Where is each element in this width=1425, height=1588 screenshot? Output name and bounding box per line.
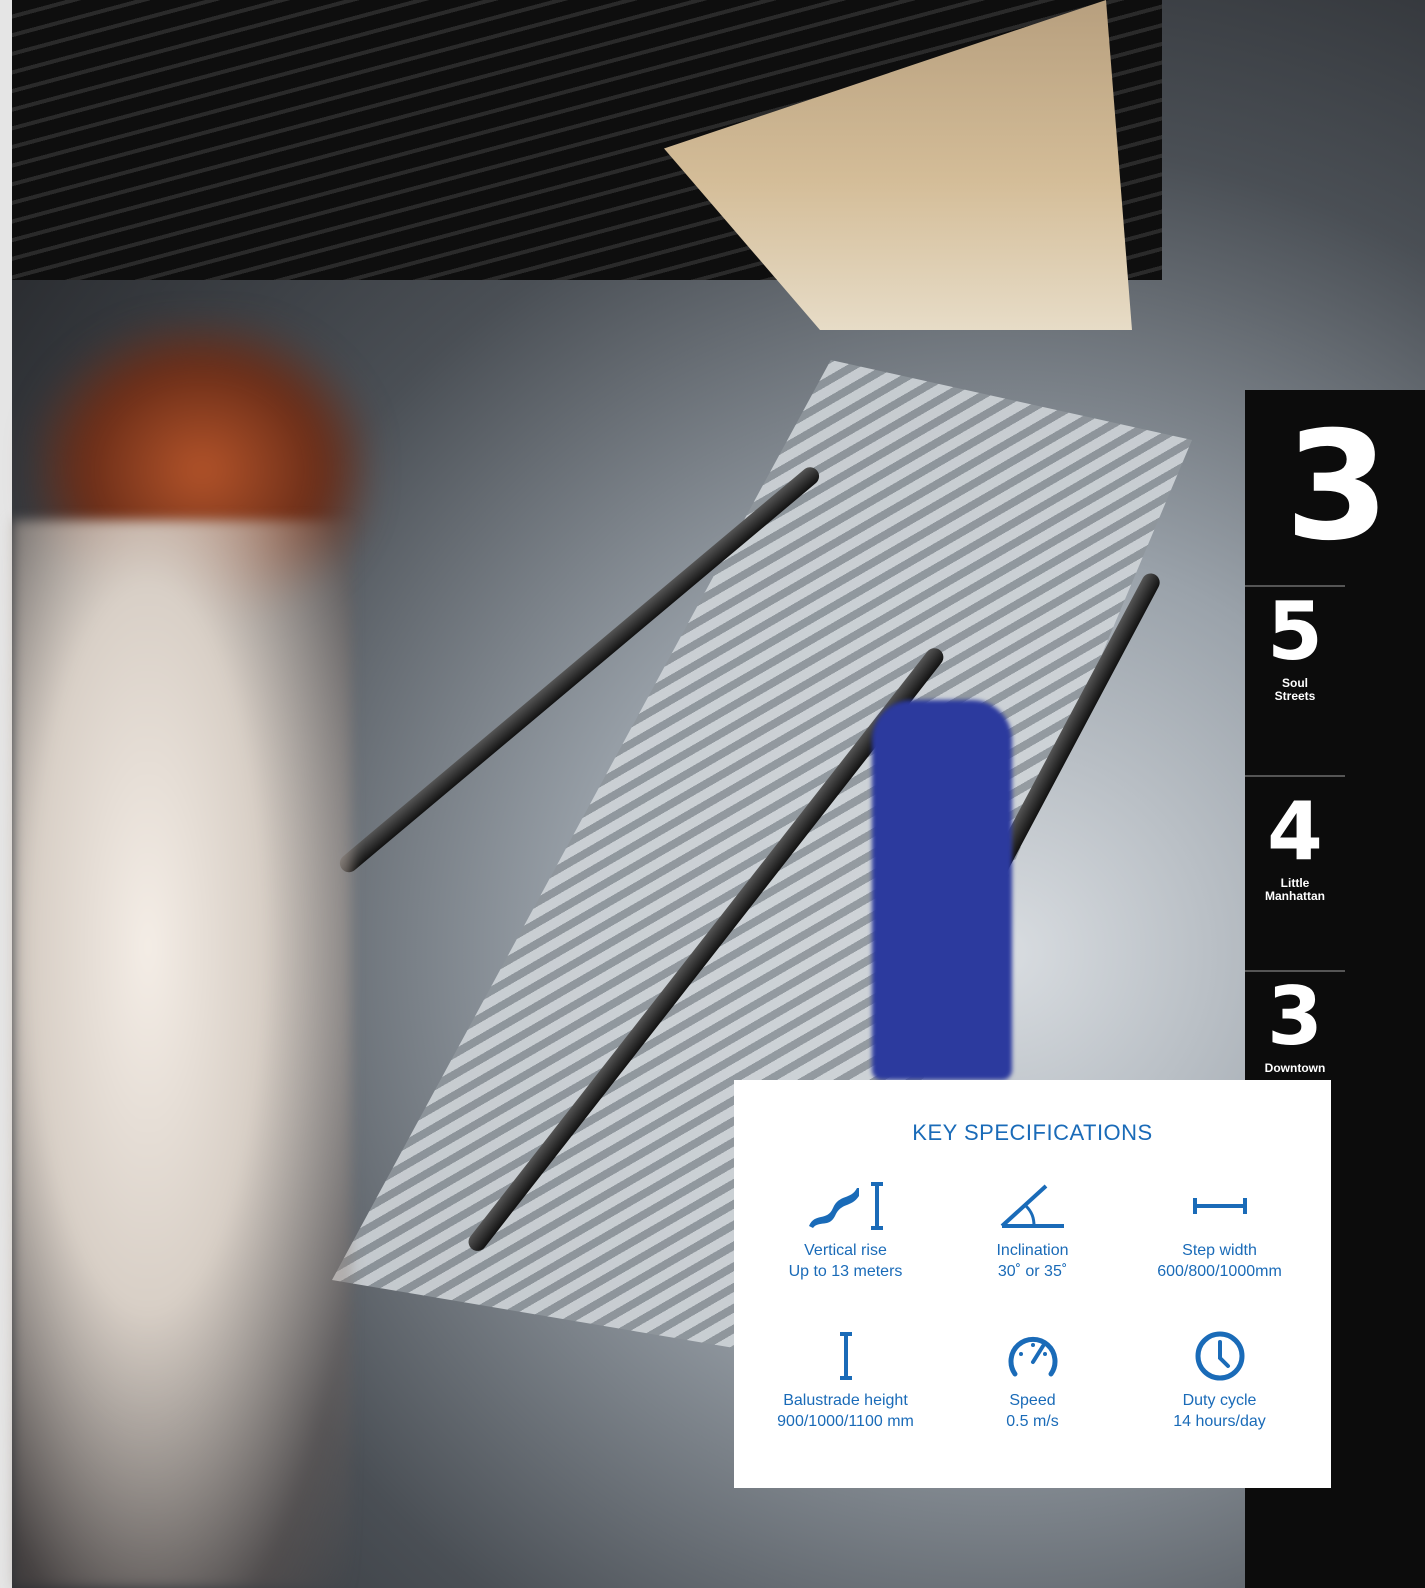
spec-label: Speed <box>1009 1392 1056 1409</box>
current-level-number: 3 <box>1285 400 1390 574</box>
level-number: 4 <box>1267 785 1323 878</box>
spec-label: Duty cycle <box>1182 1392 1257 1409</box>
level-row: 4 Little Manhattan <box>1245 775 1345 957</box>
level-name: Downtown <box>1264 1061 1326 1075</box>
spec-label: Vertical rise <box>804 1242 887 1259</box>
key-specifications-card: KEY SPECIFICATIONS Vertical rise Up to 1… <box>734 1080 1331 1488</box>
spec-label: Inclination <box>996 1242 1069 1259</box>
spec-value: 600/800/1000mm <box>1157 1263 1282 1280</box>
spec-value: Up to 13 meters <box>788 1263 903 1280</box>
balustrade-height-icon <box>839 1332 852 1380</box>
speed-gauge-icon <box>1008 1336 1057 1377</box>
level-name: Soul Streets <box>1274 676 1316 703</box>
person-blue-jacket <box>872 700 1012 1080</box>
blurred-person-foreground <box>12 520 352 1588</box>
spec-label: Step width <box>1182 1242 1257 1259</box>
level-name: Little Manhattan <box>1265 876 1325 903</box>
inclination-icon <box>1000 1184 1064 1228</box>
spec-value: 14 hours/day <box>1173 1413 1266 1430</box>
level-number: 3 <box>1267 970 1323 1063</box>
level-row: 3 Downtown <box>1245 970 1345 1082</box>
spec-speed: Speed 0.5 m/s <box>933 1328 1132 1432</box>
spec-value: 900/1000/1100 mm <box>777 1413 914 1430</box>
clock-icon <box>1195 1331 1244 1381</box>
vertical-rise-icon <box>808 1182 883 1230</box>
spec-step-width: Step width 600/800/1000mm <box>1120 1178 1319 1282</box>
step-width-icon <box>1192 1198 1247 1214</box>
spec-balustrade-height: Balustrade height 900/1000/1100 mm <box>746 1328 945 1432</box>
level-number: 5 <box>1267 585 1323 678</box>
spec-value: 30˚ or 35˚ <box>997 1263 1068 1280</box>
left-margin-strip <box>0 0 12 1588</box>
level-row: 5 Soul Streets <box>1245 585 1345 717</box>
spec-label: Balustrade height <box>783 1392 908 1409</box>
spec-vertical-rise: Vertical rise Up to 13 meters <box>746 1178 945 1282</box>
spec-value: 0.5 m/s <box>1006 1413 1059 1430</box>
spec-duty-cycle: Duty cycle 14 hours/day <box>1120 1328 1319 1432</box>
specs-title: KEY SPECIFICATIONS <box>912 1120 1153 1145</box>
spec-inclination: Inclination 30˚ or 35˚ <box>933 1178 1132 1282</box>
